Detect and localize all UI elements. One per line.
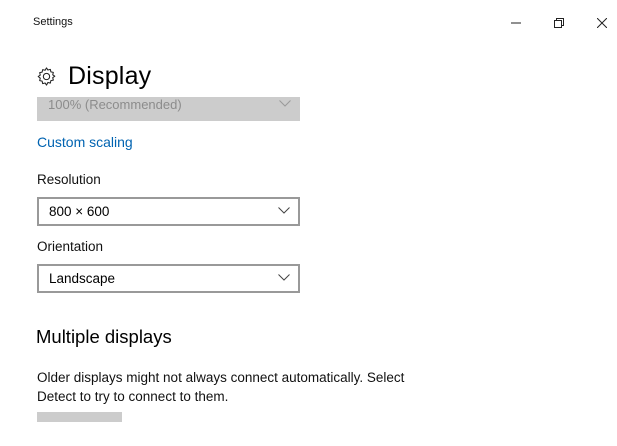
- app-title: Settings: [33, 16, 73, 28]
- chevron-down-icon: [279, 100, 291, 107]
- chevron-down-icon: [278, 274, 290, 281]
- minimize-button[interactable]: [499, 10, 533, 36]
- restore-icon: [554, 18, 564, 28]
- custom-scaling-link[interactable]: Custom scaling: [37, 134, 133, 150]
- orientation-label: Orientation: [37, 239, 104, 254]
- maximize-button[interactable]: [542, 10, 576, 36]
- title-bar: Settings: [0, 0, 617, 46]
- gear-icon: [36, 65, 58, 87]
- orientation-dropdown[interactable]: Landscape: [37, 264, 300, 293]
- minimize-icon: [511, 22, 521, 24]
- orientation-dropdown-value: Landscape: [49, 271, 116, 286]
- detect-button[interactable]: [37, 412, 122, 422]
- settings-window: Settings Display 100% (Recommended) Cust…: [0, 0, 617, 446]
- resolution-dropdown-value: 800 × 600: [49, 204, 110, 219]
- multiple-displays-description: Older displays might not always connect …: [37, 368, 457, 406]
- description-line: Older displays might not always connect …: [37, 370, 405, 385]
- close-icon: [597, 18, 607, 28]
- scale-dropdown-value: 100% (Recommended): [48, 97, 182, 112]
- scale-dropdown[interactable]: 100% (Recommended): [37, 97, 300, 121]
- multiple-displays-heading: Multiple displays: [36, 326, 172, 347]
- page-header: Display: [36, 58, 151, 94]
- resolution-dropdown[interactable]: 800 × 600: [37, 197, 300, 226]
- page-title: Display: [68, 61, 152, 90]
- resolution-label: Resolution: [37, 172, 101, 187]
- chevron-down-icon: [278, 207, 290, 214]
- close-button[interactable]: [585, 10, 617, 36]
- description-line: Detect to try to connect to them.: [37, 389, 229, 404]
